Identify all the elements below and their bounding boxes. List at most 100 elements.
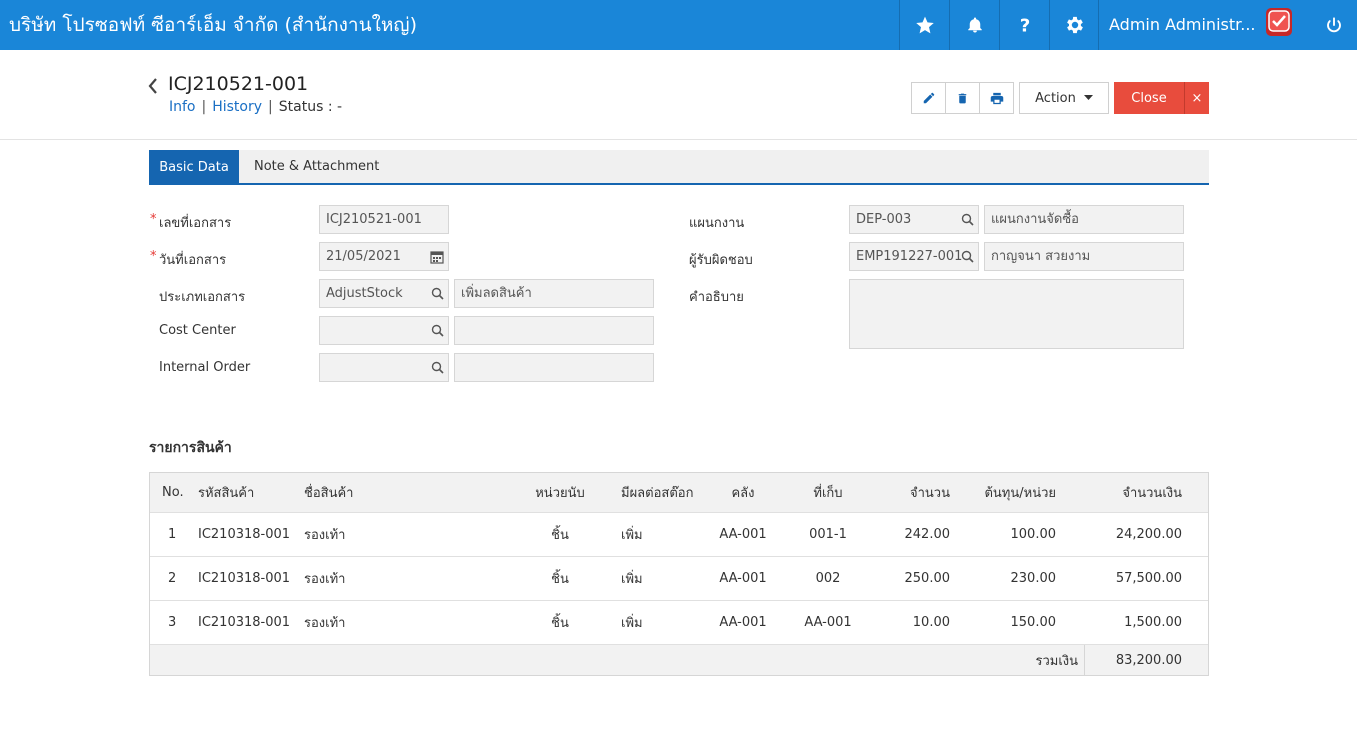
company-name: บริษัท โปรซอฟท์ ซีอาร์เอ็ม จำกัด (สำนักง… [9,14,417,36]
calendar-icon[interactable] [430,250,444,264]
nav-separator: | [201,99,207,115]
description-field[interactable] [849,279,1184,349]
status-colon: : [327,99,333,115]
chevron-left-icon [148,78,157,94]
total-value: 83,200.00 [1115,652,1182,668]
internal-order-label: Internal Order [159,360,251,375]
tab-basic-data[interactable]: Basic Data [149,150,239,185]
cell-warehouse: AA-001 [719,527,767,542]
settings-button[interactable] [1049,0,1099,50]
items-section-title: รายการสินค้า [149,440,232,456]
doc-type-code: AdjustStock [326,286,403,301]
history-link[interactable]: History [212,99,262,115]
cell-warehouse: AA-001 [719,571,767,586]
document-subnav: Info | History | Status : - [169,99,342,115]
help-button[interactable]: ? [999,0,1049,50]
table-header-row: No. รหัสสินค้า ชื่อสินค้า หน่วยนับ มีผลต… [150,473,1208,512]
cell-code: IC210318-001 [198,527,291,542]
owner-code-field[interactable]: EMP191227-001 [849,242,979,271]
cell-qty: 242.00 [904,527,951,542]
owner-name-field[interactable]: กาญจนา สวยงาม [984,242,1184,271]
doc-date-field[interactable]: 21/05/2021 [319,242,449,271]
delete-button[interactable] [945,82,980,114]
cell-effect: เพิ่ม [621,528,643,543]
col-header-warehouse: คลัง [731,486,755,501]
department-code: DEP-003 [856,212,912,227]
cell-qty: 10.00 [912,615,950,630]
department-code-field[interactable]: DEP-003 [849,205,979,234]
printer-icon [990,92,1003,104]
star-icon [915,16,934,34]
doc-no-label: * เลขที่เอกสาร [150,212,232,231]
close-button[interactable]: Close [1114,82,1184,114]
cell-name: รองเท้า [304,616,346,631]
cell-effect: เพิ่ม [621,616,643,631]
cell-unit: ชิ้น [551,616,569,631]
page-title: ICJ210521-001 [168,73,309,95]
internal-order-name-field[interactable] [454,353,654,382]
notifications-button[interactable] [949,0,999,50]
doc-no-field[interactable]: ICJ210521-001 [319,205,449,234]
col-header-effect: มีผลต่อสต๊อก [621,486,694,501]
internal-order-code-field[interactable] [319,353,449,382]
table-row[interactable]: 1 IC210318-001 รองเท้า ชิ้น เพิ่ม AA-001… [150,512,1208,556]
nav-separator: | [268,99,273,115]
doc-type-name-field[interactable]: เพิ่มลดสินค้า [454,279,654,308]
items-table: No. รหัสสินค้า ชื่อสินค้า หน่วยนับ มีผลต… [149,472,1209,676]
cell-name: รองเท้า [304,572,346,587]
tab-note-attachment[interactable]: Note & Attachment [254,150,379,183]
cell-qty: 250.00 [904,571,951,586]
search-icon[interactable] [961,213,974,226]
power-icon [1326,17,1341,33]
avatar-icon [1266,8,1292,36]
required-mark: * [150,249,157,264]
owner-label: ผู้รับผิดชอบ [689,253,753,268]
cell-no: 3 [168,615,177,630]
department-name-field[interactable]: แผนกงานจัดซื้อ [984,205,1184,234]
action-dropdown[interactable]: Action [1019,82,1109,114]
logout-button[interactable] [1310,0,1357,50]
cost-center-name-field[interactable] [454,316,654,345]
table-row[interactable]: 2 IC210318-001 รองเท้า ชิ้น เพิ่ม AA-001… [150,556,1208,600]
cell-warehouse: AA-001 [719,615,767,630]
total-label: รวมเงิน [1035,653,1078,669]
search-icon[interactable] [431,361,444,374]
favorites-button[interactable] [899,0,949,50]
cell-code: IC210318-001 [198,615,291,630]
cost-center-label: Cost Center [159,323,236,338]
back-button[interactable] [147,77,159,99]
cell-amount: 1,500.00 [1124,615,1182,630]
doc-type-label: ประเภทเอกสาร [159,290,246,305]
cell-unit: ชิ้น [551,572,569,587]
doc-type-code-field[interactable]: AdjustStock [319,279,449,308]
print-button[interactable] [979,82,1014,114]
cell-unit-cost: 150.00 [1010,615,1057,630]
search-icon[interactable] [431,287,444,300]
info-link[interactable]: Info [169,99,196,115]
action-label: Action [1035,90,1076,106]
col-header-name: ชื่อสินค้า [304,486,354,501]
bell-icon [967,17,982,33]
close-x-button[interactable]: × [1184,82,1209,114]
col-header-unit-cost: ต้นทุน/หน่วย [984,486,1056,501]
cost-center-code-field[interactable] [319,316,449,345]
col-header-unit: หน่วยนับ [535,486,585,501]
doc-date-label: * วันที่เอกสาร [150,249,227,268]
search-icon[interactable] [431,324,444,337]
cell-name: รองเท้า [304,528,346,543]
cell-amount: 24,200.00 [1115,527,1182,542]
cell-unit: ชิ้น [551,528,569,543]
user-menu[interactable]: Admin Administr... [1098,0,1308,50]
trash-icon [958,93,967,103]
cell-amount: 57,500.00 [1115,571,1182,586]
required-mark: * [150,212,157,227]
edit-button[interactable] [911,82,946,114]
doc-date-value: 21/05/2021 [326,249,401,264]
col-header-no: No. [162,485,184,500]
col-header-code: รหัสสินค้า [198,486,255,501]
search-icon[interactable] [961,250,974,263]
table-row[interactable]: 3 IC210318-001 รองเท้า ชิ้น เพิ่ม AA-001… [150,600,1208,644]
header-divider [0,139,1357,140]
cell-unit-cost: 230.00 [1010,571,1057,586]
help-icon: ? [1019,15,1030,35]
